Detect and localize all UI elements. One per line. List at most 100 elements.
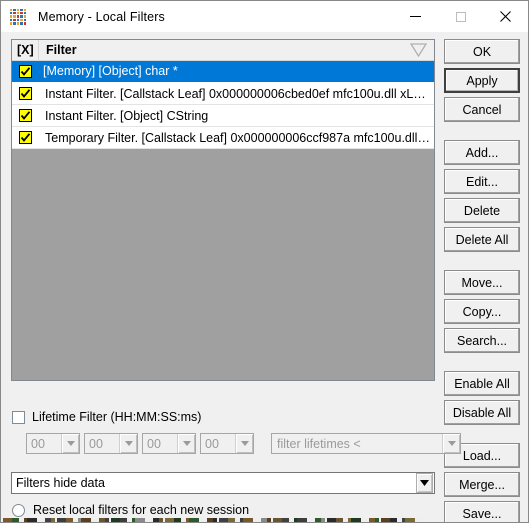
lifetime-filter-checkbox-box[interactable] [12, 410, 25, 424]
close-button[interactable] [483, 1, 528, 32]
lifetime-seconds-value: 00 [147, 436, 161, 451]
row-checkbox-cell[interactable] [12, 131, 39, 144]
maximize-button[interactable] [438, 1, 483, 32]
delete-button[interactable]: Delete [444, 198, 520, 223]
lifetime-hours-value: 00 [31, 436, 45, 451]
bleed-segment [120, 518, 127, 522]
lifetime-millis-field[interactable]: 00 [200, 433, 254, 454]
checkmark-icon[interactable] [19, 109, 32, 122]
delete-all-button[interactable]: Delete All [444, 227, 520, 252]
radio-reset-local-filters[interactable]: Reset local filters for each new session [12, 503, 249, 517]
bleed-segment [12, 518, 19, 522]
title-bar: Memory - Local Filters [1, 1, 528, 32]
enable-all-button[interactable]: Enable All [444, 371, 520, 396]
chevron-down-icon[interactable] [235, 434, 253, 453]
button-group-separator [444, 357, 520, 371]
filter-mode-combo[interactable]: Filters hide data [11, 472, 435, 494]
lifetime-seconds-field[interactable]: 00 [142, 433, 196, 454]
bleed-segment [189, 518, 199, 522]
bleed-segment [282, 518, 289, 522]
checkmark-icon[interactable] [19, 65, 32, 78]
chevron-down-icon[interactable] [61, 434, 79, 453]
chevron-down-icon[interactable] [177, 434, 195, 453]
lifetime-filter-checkbox[interactable]: Lifetime Filter (HH:MM:SS:ms) [12, 410, 201, 424]
radio-reset-local-filters-button[interactable] [12, 503, 25, 517]
filter-list[interactable]: [X] Filter [Memory] [Object] char * Insta… [11, 39, 435, 381]
disable-all-button[interactable]: Disable All [444, 400, 520, 425]
lifetime-spinner-row: 00 00 00 00 filter lifetimes < [26, 433, 461, 454]
checkmark-icon[interactable] [19, 131, 32, 144]
row-checkbox-cell[interactable] [12, 109, 39, 122]
bleed-segment [273, 518, 282, 522]
merge-button[interactable]: Merge... [444, 472, 520, 497]
bleed-segment [37, 518, 45, 522]
move-button[interactable]: Move... [444, 270, 520, 295]
bleed-segment [135, 518, 145, 522]
window-controls [393, 1, 528, 32]
bleed-segment [351, 518, 361, 522]
column-header-check[interactable]: [X] [12, 40, 39, 61]
edit-button[interactable]: Edit... [444, 169, 520, 194]
bleed-segment [66, 518, 73, 522]
filter-list-rows: [Memory] [Object] char * Instant Filter. … [12, 61, 434, 149]
add-button[interactable]: Add... [444, 140, 520, 165]
bleed-segment [336, 518, 343, 522]
apply-button[interactable]: Apply [444, 68, 520, 93]
row-label: Temporary Filter. [Callstack Leaf] 0x000… [45, 130, 434, 145]
table-row[interactable]: Instant Filter. [Callstack Leaf] 0x00000… [12, 83, 434, 105]
lifetime-minutes-value: 00 [89, 436, 103, 451]
local-filters-dialog: Memory - Local Filters [X] Filter [Memor… [0, 0, 529, 523]
chevron-down-icon[interactable] [119, 434, 137, 453]
lifetime-comparator-combo[interactable]: filter lifetimes < [271, 433, 461, 454]
copy-button[interactable]: Copy... [444, 299, 520, 324]
radio-reset-local-filters-label: Reset local filters for each new session [33, 503, 250, 517]
bleed-segment [3, 518, 12, 522]
bleed-segment [405, 518, 415, 522]
table-row[interactable]: [Memory] [Object] char * [12, 61, 434, 83]
bleed-segment [165, 518, 174, 522]
bleed-segment [145, 518, 153, 522]
lifetime-minutes-field[interactable]: 00 [84, 433, 138, 454]
bleed-segment [199, 518, 207, 522]
row-checkbox-cell[interactable] [12, 87, 39, 100]
row-label: Instant Filter. [Object] CString [45, 108, 209, 123]
bleed-segment [243, 518, 253, 522]
row-label-text: [Memory] [Object] char * [39, 62, 184, 81]
minimize-button[interactable] [393, 1, 438, 32]
bleed-segment [307, 518, 315, 522]
table-row[interactable]: Instant Filter. [Object] CString [12, 105, 434, 127]
bleed-segment [81, 518, 91, 522]
search-button[interactable]: Search... [444, 328, 520, 353]
bleed-segment [219, 518, 228, 522]
lifetime-comparator-value: filter lifetimes < [277, 436, 361, 451]
lifetime-hours-field[interactable]: 00 [26, 433, 80, 454]
bleed-segment [390, 518, 397, 522]
lifetime-filter-label: Lifetime Filter (HH:MM:SS:ms) [32, 410, 202, 424]
bleed-segment [91, 518, 99, 522]
lifetime-millis-value: 00 [205, 436, 219, 451]
bleed-segment [174, 518, 181, 522]
cancel-button[interactable]: Cancel [444, 97, 520, 122]
bleed-segment [415, 518, 423, 522]
bleed-segment [27, 518, 37, 522]
chevron-down-icon[interactable] [416, 473, 433, 493]
bleed-segment [228, 518, 235, 522]
filter-mode-value: Filters hide data [16, 476, 105, 490]
checkmark-icon[interactable] [19, 87, 32, 100]
button-group-separator [444, 256, 520, 270]
chevron-down-icon[interactable] [442, 434, 460, 453]
dialog-client: [X] Filter [Memory] [Object] char * Insta… [2, 32, 528, 522]
column-header-filter[interactable]: Filter [39, 40, 434, 61]
window-title: Memory - Local Filters [38, 9, 165, 24]
table-row[interactable]: Temporary Filter. [Callstack Leaf] 0x000… [12, 127, 434, 149]
row-checkbox-cell[interactable] [12, 65, 39, 78]
bleed-segment [327, 518, 336, 522]
bleed-segment [111, 518, 120, 522]
button-group-separator [444, 126, 520, 140]
bleed-segment [253, 518, 261, 522]
filter-triangle-icon[interactable] [409, 43, 428, 58]
bleed-segment [57, 518, 66, 522]
filter-list-header: [X] Filter [12, 40, 434, 61]
bleed-segment [361, 518, 369, 522]
ok-button[interactable]: OK [444, 39, 520, 64]
